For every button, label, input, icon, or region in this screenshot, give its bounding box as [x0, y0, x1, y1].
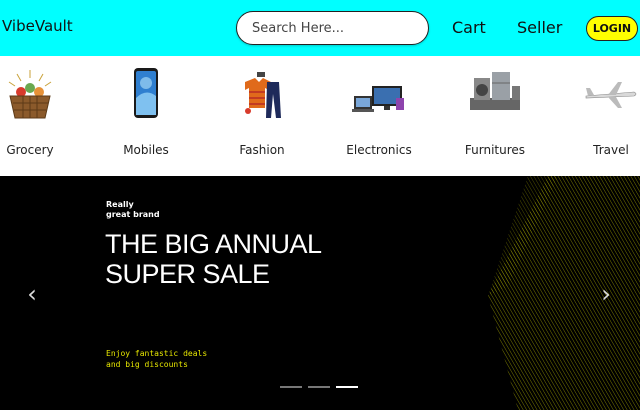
- category-grocery[interactable]: Grocery: [0, 68, 75, 168]
- grocery-basket-icon: [8, 70, 52, 119]
- category-mobiles[interactable]: Mobiles: [101, 68, 191, 168]
- category-label: Electronics: [346, 143, 412, 157]
- category-travel[interactable]: Travel: [566, 68, 640, 168]
- category-label: Travel: [593, 143, 629, 157]
- category-label: Grocery: [6, 143, 54, 157]
- fashion-clothes-icon: [245, 72, 281, 118]
- page-bottom: [0, 410, 640, 419]
- category-bar: Grocery Mobiles Fashion Electronics Furn…: [0, 56, 640, 176]
- carousel-indicator[interactable]: [280, 386, 302, 388]
- category-label: Mobiles: [123, 143, 169, 157]
- login-button[interactable]: LOGIN: [586, 16, 638, 41]
- banner-subtext: Enjoy fantastic deals and big discounts: [106, 348, 207, 370]
- cart-link[interactable]: Cart: [452, 18, 486, 37]
- banner-tagline: Really great brand: [106, 200, 160, 220]
- promo-banner-carousel[interactable]: Really great brand THE BIG ANNUAL SUPER …: [0, 176, 640, 410]
- mobile-phone-icon: [134, 68, 158, 118]
- carousel-indicator-active[interactable]: [336, 386, 358, 388]
- banner-tagline-line: great brand: [106, 210, 160, 219]
- category-electronics[interactable]: Electronics: [334, 68, 424, 168]
- carousel-indicators: [280, 386, 360, 389]
- category-label: Furnitures: [464, 143, 526, 157]
- carousel-prev-icon[interactable]: ‹: [22, 282, 42, 306]
- seller-link[interactable]: Seller: [517, 18, 562, 37]
- brand-logo[interactable]: VibeVault: [2, 17, 73, 35]
- category-label: Fashion: [239, 143, 285, 157]
- search-input[interactable]: [237, 12, 428, 44]
- banner-tagline-line: Really: [106, 200, 134, 209]
- banner-headline: THE BIG ANNUAL SUPER SALE: [105, 229, 322, 289]
- carousel-next-icon[interactable]: ›: [596, 282, 616, 306]
- search-box[interactable]: [236, 11, 429, 45]
- category-furnitures[interactable]: Furnitures: [450, 68, 540, 168]
- banner-subtext-line: Enjoy fantastic deals: [106, 349, 208, 358]
- banner-headline-line: SUPER SALE: [105, 259, 270, 289]
- header-bar: VibeVault Cart Seller LOGIN: [0, 0, 640, 56]
- furniture-appliances-icon: [470, 72, 520, 110]
- carousel-indicator[interactable]: [308, 386, 330, 388]
- airplane-icon: [585, 82, 637, 108]
- electronics-icon: [352, 86, 404, 112]
- banner-headline-line: THE BIG ANNUAL: [105, 229, 322, 259]
- category-fashion[interactable]: Fashion: [217, 68, 307, 168]
- banner-subtext-line: and big discounts: [106, 360, 188, 369]
